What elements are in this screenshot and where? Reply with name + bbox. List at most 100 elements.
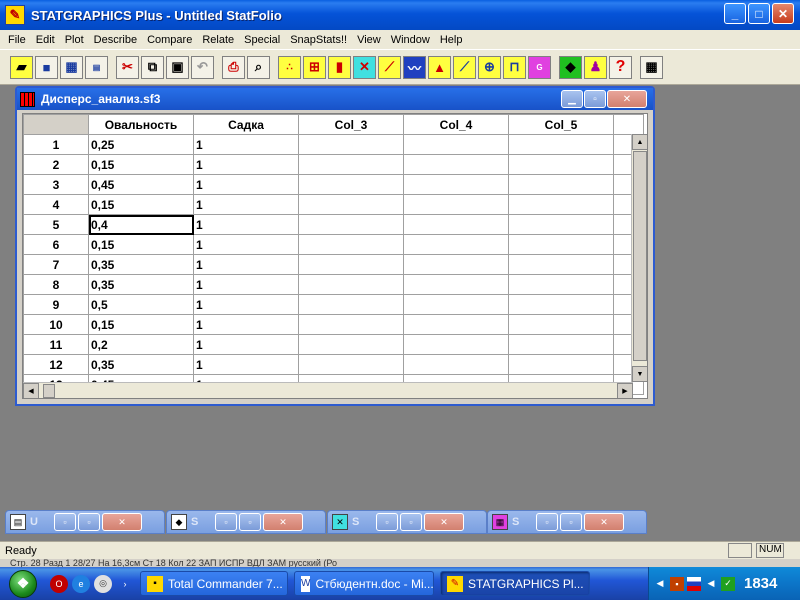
table-cell[interactable]: 0,15: [88, 234, 194, 255]
restore-button[interactable]: ▫: [54, 513, 76, 531]
row-number[interactable]: 2: [23, 154, 89, 175]
table-cell[interactable]: [298, 194, 404, 215]
chevron-left-icon[interactable]: ◀: [653, 577, 667, 591]
table-cell[interactable]: 0,35: [88, 254, 194, 275]
row-number[interactable]: 12: [23, 354, 89, 375]
table-cell[interactable]: 0,5: [88, 294, 194, 315]
globe-icon[interactable]: ⊕: [478, 55, 501, 79]
table-cell[interactable]: [508, 234, 614, 255]
table-cell[interactable]: [508, 334, 614, 355]
table-cell[interactable]: [298, 254, 404, 275]
close-button[interactable]: ✕: [102, 513, 142, 531]
statgraphics-app-icon[interactable]: ✎: [5, 5, 25, 25]
glm-icon[interactable]: G: [528, 55, 551, 79]
table-cell[interactable]: 1: [193, 154, 299, 175]
row-number[interactable]: 9: [23, 294, 89, 315]
table-cell[interactable]: [403, 294, 509, 315]
table-cell[interactable]: 1: [193, 334, 299, 355]
speaker-icon[interactable]: ◀: [704, 577, 718, 591]
table-cell[interactable]: [508, 354, 614, 375]
statadvisor-icon[interactable]: ♟: [584, 55, 607, 79]
minimized-window[interactable]: ◆ S ▫ ▫ ✕: [166, 510, 326, 534]
table-cell[interactable]: [508, 154, 614, 175]
table-cell[interactable]: [508, 174, 614, 195]
child-close-button[interactable]: ✕: [607, 90, 647, 108]
step-chart-icon[interactable]: ⊓: [503, 55, 526, 79]
scroll-down-arrow[interactable]: ▼: [632, 366, 647, 382]
table-cell[interactable]: [403, 154, 509, 175]
cross-tab-icon[interactable]: ✕: [353, 55, 376, 79]
close-button[interactable]: ✕: [772, 3, 794, 24]
cut-icon[interactable]: ✂: [116, 55, 139, 79]
column-header[interactable]: [613, 114, 644, 135]
datasheet-icon[interactable]: ▦: [60, 55, 83, 79]
table-cell[interactable]: [298, 154, 404, 175]
table-cell[interactable]: 1: [193, 234, 299, 255]
table-cell[interactable]: [298, 274, 404, 295]
scroll-right-arrow[interactable]: ▶: [617, 383, 633, 398]
table-cell[interactable]: [508, 194, 614, 215]
table-cell[interactable]: 1: [193, 314, 299, 335]
row-number[interactable]: 7: [23, 254, 89, 275]
copy-icon[interactable]: ⧉: [141, 55, 164, 79]
table-cell[interactable]: [298, 354, 404, 375]
menu-edit[interactable]: Edit: [31, 34, 60, 46]
table-cell[interactable]: [298, 134, 404, 155]
restore-button[interactable]: ▫: [536, 513, 558, 531]
table-cell[interactable]: 0,15: [88, 314, 194, 335]
table-cell[interactable]: 0,35: [88, 274, 194, 295]
table-cell[interactable]: [403, 234, 509, 255]
menu-relate[interactable]: Relate: [197, 34, 239, 46]
paste-icon[interactable]: ▣: [166, 55, 189, 79]
calculator-icon[interactable]: ▦: [640, 55, 663, 79]
close-button[interactable]: ✕: [584, 513, 624, 531]
maximize-button[interactable]: ▫: [78, 513, 100, 531]
table-cell[interactable]: 1: [193, 254, 299, 275]
child-maximize-button[interactable]: ▫: [584, 90, 606, 108]
minimize-button[interactable]: _: [724, 3, 746, 24]
horizontal-scrollbar[interactable]: ◀ ▶: [23, 382, 633, 398]
task-statgraphics[interactable]: ✎ STATGRAPHICS Pl...: [440, 571, 590, 596]
table-cell[interactable]: [403, 214, 509, 235]
table-cell[interactable]: 1: [193, 294, 299, 315]
row-number[interactable]: 3: [23, 174, 89, 195]
table-cell[interactable]: [403, 174, 509, 195]
minimized-window[interactable]: ✕ S ▫ ▫ ✕: [327, 510, 487, 534]
table-cell[interactable]: 1: [193, 174, 299, 195]
horizontal-scroll-thumb[interactable]: [43, 384, 55, 398]
save-icon[interactable]: ■: [35, 55, 58, 79]
table-cell[interactable]: [508, 254, 614, 275]
table-cell[interactable]: [508, 294, 614, 315]
menu-describe[interactable]: Describe: [89, 34, 142, 46]
table-cell[interactable]: 0,15: [88, 194, 194, 215]
restore-button[interactable]: ▫: [376, 513, 398, 531]
undo-icon[interactable]: ↶: [191, 55, 214, 79]
table-cell[interactable]: [403, 314, 509, 335]
snapstats-icon[interactable]: ◆: [559, 55, 582, 79]
table-cell[interactable]: [508, 134, 614, 155]
clock[interactable]: 1834: [744, 575, 777, 592]
table-cell[interactable]: [403, 134, 509, 155]
histogram-icon[interactable]: ▮: [328, 55, 351, 79]
close-button[interactable]: ✕: [424, 513, 464, 531]
table-cell[interactable]: 1: [193, 354, 299, 375]
menu-file[interactable]: File: [3, 34, 31, 46]
table-cell[interactable]: [298, 294, 404, 315]
table-cell[interactable]: 0,25: [88, 134, 194, 155]
menu-special[interactable]: Special: [239, 34, 285, 46]
start-button[interactable]: ❖: [0, 567, 46, 600]
table-cell[interactable]: [298, 214, 404, 235]
table-cell[interactable]: [403, 194, 509, 215]
table-cell[interactable]: [298, 234, 404, 255]
table-cell[interactable]: 1: [193, 214, 299, 235]
table-cell[interactable]: [403, 354, 509, 375]
table-cell[interactable]: [298, 314, 404, 335]
child-minimize-button[interactable]: ▁: [561, 90, 583, 108]
table-cell[interactable]: [298, 334, 404, 355]
open-folder-icon[interactable]: ▰: [10, 55, 33, 79]
table-cell[interactable]: [403, 254, 509, 275]
table-cell[interactable]: 0,35: [88, 354, 194, 375]
minimized-window[interactable]: ▤ U ▫ ▫ ✕: [5, 510, 165, 534]
table-cell[interactable]: 1: [193, 134, 299, 155]
calculator-data-icon[interactable]: ▤: [85, 55, 108, 79]
